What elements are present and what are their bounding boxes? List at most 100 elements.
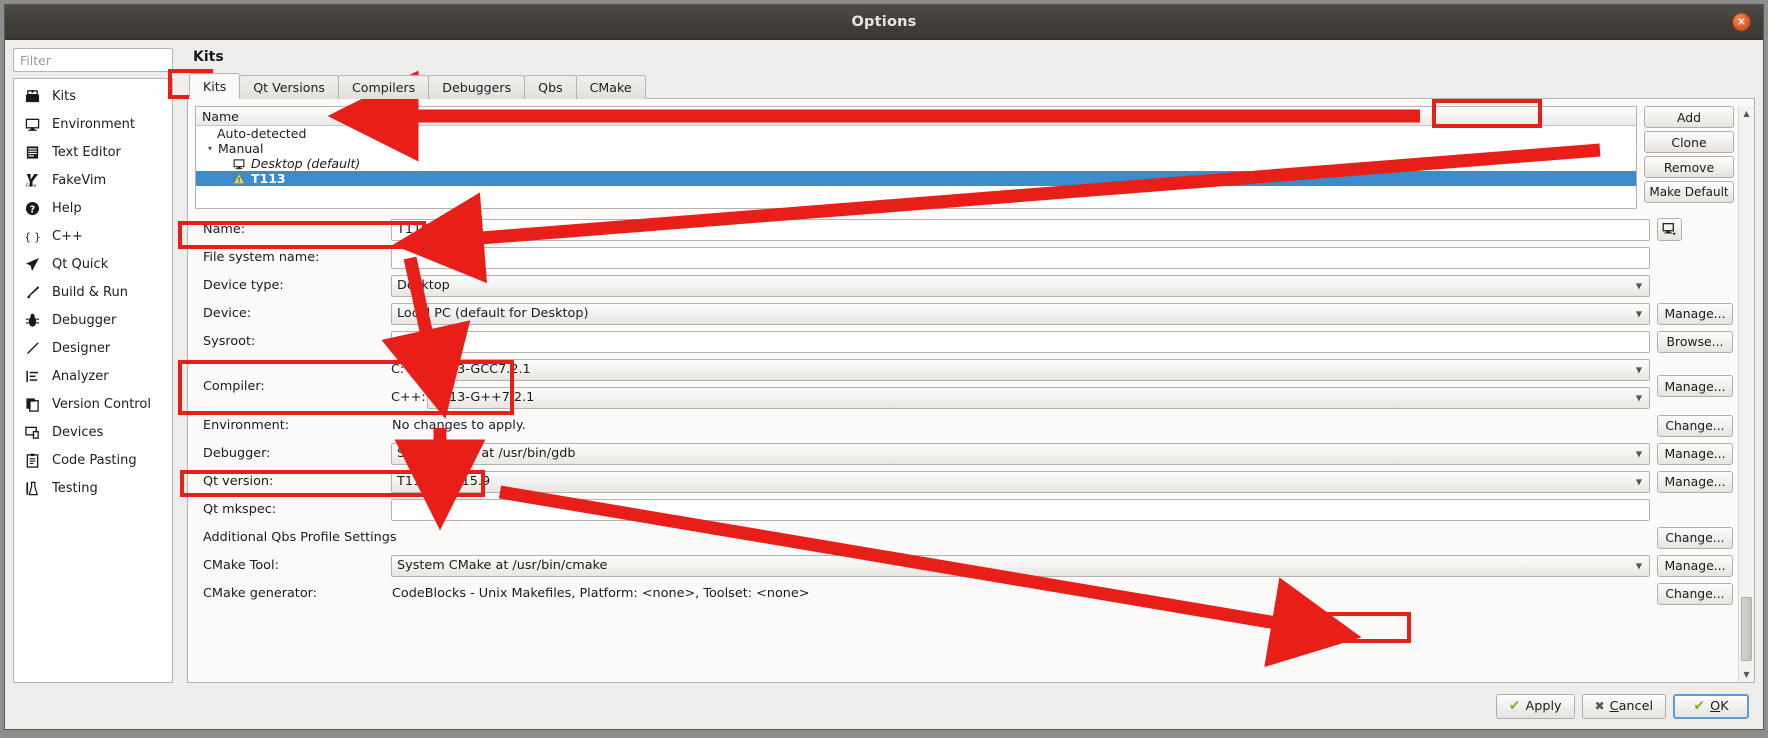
sidebar-item-environment[interactable]: Environment: [14, 110, 172, 138]
dialog-button-bar: ✔ Apply ✖ Cancel ✔ OK: [5, 683, 1763, 729]
cmake-tool-select[interactable]: System CMake at /usr/bin/cmake ▼: [391, 554, 1650, 577]
panel-scrollbar[interactable]: ▲ ▼: [1738, 106, 1754, 682]
environment-change-button[interactable]: Change...: [1657, 414, 1733, 437]
debugger-select[interactable]: System GDB at /usr/bin/gdb ▼: [391, 442, 1650, 465]
sidebar-item-devices[interactable]: Devices: [14, 418, 172, 446]
scroll-down-icon[interactable]: ▼: [1743, 667, 1749, 682]
help-icon: ?: [24, 200, 41, 217]
chevron-down-icon: ▼: [1635, 393, 1642, 402]
device-label: Device:: [203, 306, 252, 321]
environment-label: Environment:: [203, 418, 290, 433]
additional-qbs-change-button[interactable]: Change...: [1657, 526, 1733, 549]
make-default-button[interactable]: Make Default: [1644, 181, 1734, 203]
compiler-controls: C: T113-GCC7.2.1 ▼ C++: T113-G++7.2.1 ▼: [391, 358, 1650, 414]
compiler-cxx-select[interactable]: T113-G++7.2.1 ▼: [427, 386, 1650, 409]
scroll-up-icon[interactable]: ▲: [1743, 106, 1749, 121]
qt-version-select[interactable]: T113-Qt5.15.9 ▼: [391, 470, 1650, 493]
monitor-dropdown-icon[interactable]: [1657, 218, 1682, 241]
sidebar-item-fakevim[interactable]: Fake FakeVim: [14, 166, 172, 194]
sysroot-input[interactable]: [391, 330, 1650, 353]
sidebar-item-help[interactable]: ? Help: [14, 194, 172, 222]
form-row-device: Device: Local PC (default for Desktop) ▼…: [195, 302, 1734, 325]
sidebar-item-cpp[interactable]: { } C++: [14, 222, 172, 250]
device-control: Local PC (default for Desktop) ▼: [391, 302, 1650, 325]
sidebar-item-code-pasting[interactable]: Code Pasting: [14, 446, 172, 474]
kits-tree[interactable]: Name Auto-detected ▾ Manual Desktop (def…: [195, 106, 1637, 209]
tab-qbs[interactable]: Qbs: [524, 75, 577, 99]
options-dialog: Options ✕ Filter Kits Environment Text E…: [4, 4, 1764, 730]
cmake-generator-change-button[interactable]: Change...: [1657, 582, 1733, 605]
braces-icon: { }: [24, 228, 41, 245]
sidebar-item-debugger[interactable]: Debugger: [14, 306, 172, 334]
cmake-generator-control: CodeBlocks - Unix Makefiles, Platform: <…: [391, 586, 1650, 601]
device-select[interactable]: Local PC (default for Desktop) ▼: [391, 302, 1650, 325]
sidebar-item-version-control[interactable]: Version Control: [14, 390, 172, 418]
apply-button[interactable]: ✔ Apply: [1495, 693, 1575, 719]
tree-column-header: Name: [196, 107, 1636, 126]
table-row[interactable]: ▾ Manual: [196, 141, 1636, 156]
sidebar-item-build-run[interactable]: Build & Run: [14, 278, 172, 306]
sidebar-item-label: Code Pasting: [52, 452, 137, 468]
sidebar-item-designer[interactable]: Designer: [14, 334, 172, 362]
sidebar-list[interactable]: Kits Environment Text Editor Fake FakeVi…: [13, 78, 173, 683]
sidebar: Filter Kits Environment Text Editor Fake…: [13, 48, 173, 683]
scrollbar-thumb[interactable]: [1741, 597, 1752, 661]
device-type-value: Desktop: [397, 278, 450, 293]
add-button[interactable]: Add: [1644, 106, 1734, 128]
filter-input[interactable]: Filter: [13, 48, 173, 72]
pencil-icon: [24, 340, 41, 357]
qt-version-side: Manage...: [1650, 470, 1734, 493]
sidebar-item-label: Version Control: [52, 396, 151, 412]
table-row[interactable]: Auto-detected: [196, 126, 1636, 141]
tab-qt-versions[interactable]: Qt Versions: [239, 75, 339, 99]
compiler-c-row: C: T113-GCC7.2.1 ▼: [391, 358, 1650, 381]
compiler-c-select[interactable]: T113-GCC7.2.1 ▼: [427, 358, 1650, 381]
sysroot-browse-button[interactable]: Browse...: [1657, 330, 1733, 353]
sidebar-item-text-editor[interactable]: Text Editor: [14, 138, 172, 166]
qt-mkspec-input[interactable]: [391, 498, 1650, 521]
tree-row-label: Manual: [218, 141, 264, 156]
tree-row-label: T113: [251, 171, 286, 186]
compiler-side: Manage...: [1650, 358, 1734, 414]
debugger-label: Debugger:: [203, 446, 271, 461]
sidebar-item-analyzer[interactable]: Analyzer: [14, 362, 172, 390]
debugger-manage-button[interactable]: Manage...: [1657, 442, 1733, 465]
ok-rest: K: [1720, 698, 1729, 714]
close-icon[interactable]: ✕: [1732, 12, 1751, 32]
ok-button[interactable]: ✔ OK: [1673, 693, 1749, 719]
sidebar-item-testing[interactable]: Testing: [14, 474, 172, 502]
bug-icon: [24, 312, 41, 329]
chevron-down-icon[interactable]: ▾: [208, 144, 217, 153]
copy-icon: [24, 396, 41, 413]
qt-version-manage-button[interactable]: Manage...: [1657, 470, 1733, 493]
clone-button[interactable]: Clone: [1644, 131, 1734, 153]
table-row[interactable]: Desktop (default): [196, 156, 1636, 171]
cmake-tool-manage-button[interactable]: Manage...: [1657, 554, 1733, 577]
compiler-manage-button[interactable]: Manage...: [1657, 375, 1733, 397]
check-icon: ✔: [1693, 698, 1706, 714]
compiler-cxx-value: T113-G++7.2.1: [433, 390, 535, 405]
device-manage-button[interactable]: Manage...: [1657, 302, 1733, 325]
remove-button[interactable]: Remove: [1644, 156, 1734, 178]
device-type-select[interactable]: Desktop ▼: [391, 274, 1650, 297]
check-icon: ✔: [1508, 698, 1521, 714]
cancel-button[interactable]: ✖ Cancel: [1581, 693, 1666, 719]
clipboard-icon: [24, 452, 41, 469]
scrollbar-track[interactable]: [1739, 121, 1754, 667]
tab-kits[interactable]: Kits: [189, 73, 241, 99]
name-input[interactable]: T113: [391, 218, 1650, 241]
file-system-name-input[interactable]: [391, 246, 1650, 269]
tab-debuggers[interactable]: Debuggers: [428, 75, 526, 99]
tab-label: Compilers: [352, 80, 416, 95]
cmake-generator-side: Change...: [1650, 582, 1734, 605]
sidebar-item-kits[interactable]: Kits: [14, 82, 172, 110]
form-row-cmake-generator: CMake generator: CodeBlocks - Unix Makef…: [195, 582, 1734, 605]
kits-tree-area: Name Auto-detected ▾ Manual Desktop (def…: [195, 106, 1734, 209]
tab-compilers[interactable]: Compilers: [338, 75, 430, 99]
qt-version-control: T113-Qt5.15.9 ▼: [391, 470, 1650, 493]
sidebar-item-label: Devices: [52, 424, 104, 440]
compiler-cxx-label: C++:: [391, 390, 426, 405]
table-row[interactable]: T113: [196, 171, 1636, 186]
tab-cmake[interactable]: CMake: [575, 75, 646, 99]
sidebar-item-qt-quick[interactable]: Qt Quick: [14, 250, 172, 278]
